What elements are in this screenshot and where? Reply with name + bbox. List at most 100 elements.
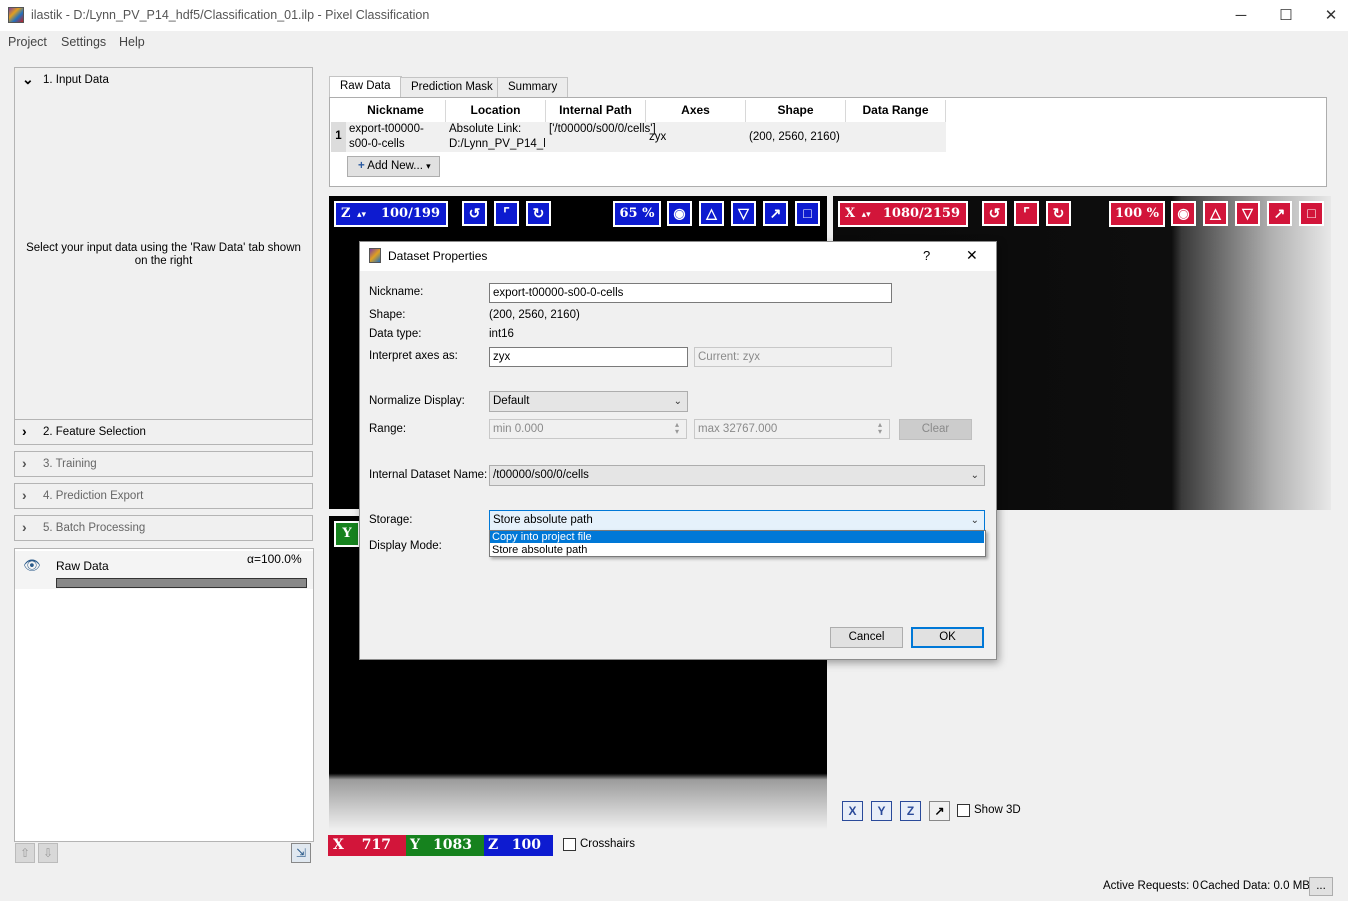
dialog-close-button[interactable]: ✕ [966,247,978,264]
slice-down-icon[interactable]: ▽ [731,201,756,226]
menu-bar [0,31,1348,53]
menu-help[interactable]: Help [119,35,145,49]
maximize-button[interactable]: ☐ [1263,0,1309,31]
data-type-value: int16 [489,328,514,340]
maximize-view-icon[interactable]: ↗ [763,201,788,226]
add-new-label: Add New... [367,160,423,172]
applet-label: 5. Batch Processing [43,522,146,534]
chevron-right-icon: › [22,423,27,439]
rotate-right-icon[interactable]: ↻ [1046,201,1071,226]
slice-up-icon[interactable]: △ [1203,201,1228,226]
applet-label: 4. Prediction Export [43,490,144,502]
zoom-level[interactable]: 65 % [613,201,661,227]
eye-icon[interactable]: 👁 [23,557,41,574]
tab-raw-data[interactable]: Raw Data [329,76,402,98]
spin-arrows-icon[interactable]: ▴▾ [357,210,366,220]
internal-dataset-select[interactable]: /t00000/s00/0/cells ⌄ [489,465,985,486]
applet-input-data[interactable]: ⌄ 1. Input Data [14,67,313,93]
show-3d-label: Show 3D [974,804,1021,816]
slice-down-icon[interactable]: ▽ [1235,201,1260,226]
cell-location[interactable]: Absolute Link: D:/Lynn_PV_P14_h... [449,122,545,152]
column-header-location[interactable]: Location [446,100,546,122]
column-header-shape[interactable]: Shape [746,100,846,122]
more-button[interactable]: ... [1309,877,1333,896]
cell-shape[interactable]: (200, 2560, 2160) [749,130,840,145]
menu-project[interactable]: Project [8,35,47,49]
storage-option-absolute[interactable]: Store absolute path [490,544,984,556]
column-header-data-range[interactable]: Data Range [846,100,946,122]
move-up-arrow-icon[interactable]: ⇧ [15,843,35,863]
plus-icon: + [358,160,365,172]
axis-label: X [845,206,856,221]
rotate-right-icon[interactable]: ↻ [526,201,551,226]
storage-option-copy[interactable]: Copy into project file [490,531,984,543]
x-value: 717 [361,837,391,853]
x-position[interactable]: X 717 [328,835,406,856]
z-value: 100 [511,837,541,853]
view-x-button[interactable]: X [842,801,863,821]
column-header-nickname[interactable]: Nickname [346,100,446,122]
view-y-button[interactable]: Y [871,801,892,821]
applet-training[interactable]: › 3. Training [14,451,313,477]
minimize-button[interactable]: ─ [1218,0,1264,31]
ok-button[interactable]: OK [911,627,984,648]
applet-feature-selection[interactable]: › 2. Feature Selection [14,419,313,445]
crosshairs-label: Crosshairs [580,838,635,850]
row-number: 1 [331,122,346,152]
column-header-internal-path[interactable]: Internal Path [546,100,646,122]
swap-axes-icon[interactable]: ⌜ [494,201,519,226]
applet-label: 1. Input Data [43,74,109,86]
fit-view-icon[interactable]: □ [1299,201,1324,226]
view-z-button[interactable]: Z [900,801,921,821]
nickname-field[interactable]: export-t00000-s00-0-cells [489,283,892,303]
add-new-button[interactable]: + Add New... ▾ [347,156,440,177]
normalize-display-value: Default [493,395,530,407]
applet-batch-processing[interactable]: › 5. Batch Processing [14,515,313,541]
applet-prediction-export[interactable]: › 4. Prediction Export [14,483,313,509]
close-window-button[interactable]: ✕ [1308,0,1348,31]
swap-axes-icon[interactable]: ⌜ [1014,201,1039,226]
interpret-axes-field[interactable]: zyx [489,347,688,367]
camera-icon[interactable]: ◉ [1171,201,1196,226]
z-label: Z [488,837,499,853]
cell-axes[interactable]: zyx [649,130,666,145]
cancel-button[interactable]: Cancel [830,627,903,648]
rotate-left-icon[interactable]: ↺ [982,201,1007,226]
slice-up-icon[interactable]: △ [699,201,724,226]
rotate-left-icon[interactable]: ↺ [462,201,487,226]
storage-select[interactable]: Store absolute path ⌄ [489,510,985,531]
camera-icon[interactable]: ◉ [667,201,692,226]
spin-arrows-icon: ▴ ▾ [878,420,883,436]
z-slice-spinbox[interactable]: Z ▴▾ 100/199 [334,201,448,227]
show-3d-checkbox[interactable] [957,804,970,817]
z-position[interactable]: Z 100 [484,835,553,856]
active-requests: Active Requests: 0 [1103,880,1199,892]
crosshairs-checkbox[interactable] [563,838,576,851]
chevron-down-icon: ⌄ [22,71,34,87]
spin-arrows-icon[interactable]: ▴▾ [862,210,871,220]
menu-settings[interactable]: Settings [61,35,106,49]
opacity-bar[interactable] [56,578,307,588]
move-down-arrow-icon[interactable]: ⇩ [38,843,58,863]
tab-summary[interactable]: Summary [497,77,569,97]
chevron-down-icon: ⌄ [673,396,682,407]
zoom-level[interactable]: 100 % [1109,201,1165,227]
instructions-text: Select your input data using the 'Raw Da… [26,242,301,267]
maximize-view-icon[interactable]: ↗ [1267,201,1292,226]
layer-opacity: α=100.0% [247,552,302,566]
y-axis-label[interactable]: Y [334,521,360,547]
help-button[interactable]: ? [923,248,930,263]
normalize-display-label: Normalize Display: [369,395,465,407]
tab-prediction-mask[interactable]: Prediction Mask [400,77,504,97]
normalize-display-select[interactable]: Default ⌄ [489,391,688,412]
y-position[interactable]: Y 1083 [406,835,484,856]
arrow-icon[interactable]: ↗ [929,801,950,821]
export-layer-icon[interactable]: ⇲ [291,843,311,863]
cell-nickname[interactable]: export-t00000-s00-0-cells [349,122,439,152]
x-slice-spinbox[interactable]: X ▴▾ 1080/2159 [838,201,968,227]
layer-panel [14,548,314,842]
cell-internal-path[interactable]: ['/t00000/s00/0/cells'] [549,122,656,137]
column-header-axes[interactable]: Axes [646,100,746,122]
y-value: 1083 [433,837,472,853]
fit-view-icon[interactable]: □ [795,201,820,226]
